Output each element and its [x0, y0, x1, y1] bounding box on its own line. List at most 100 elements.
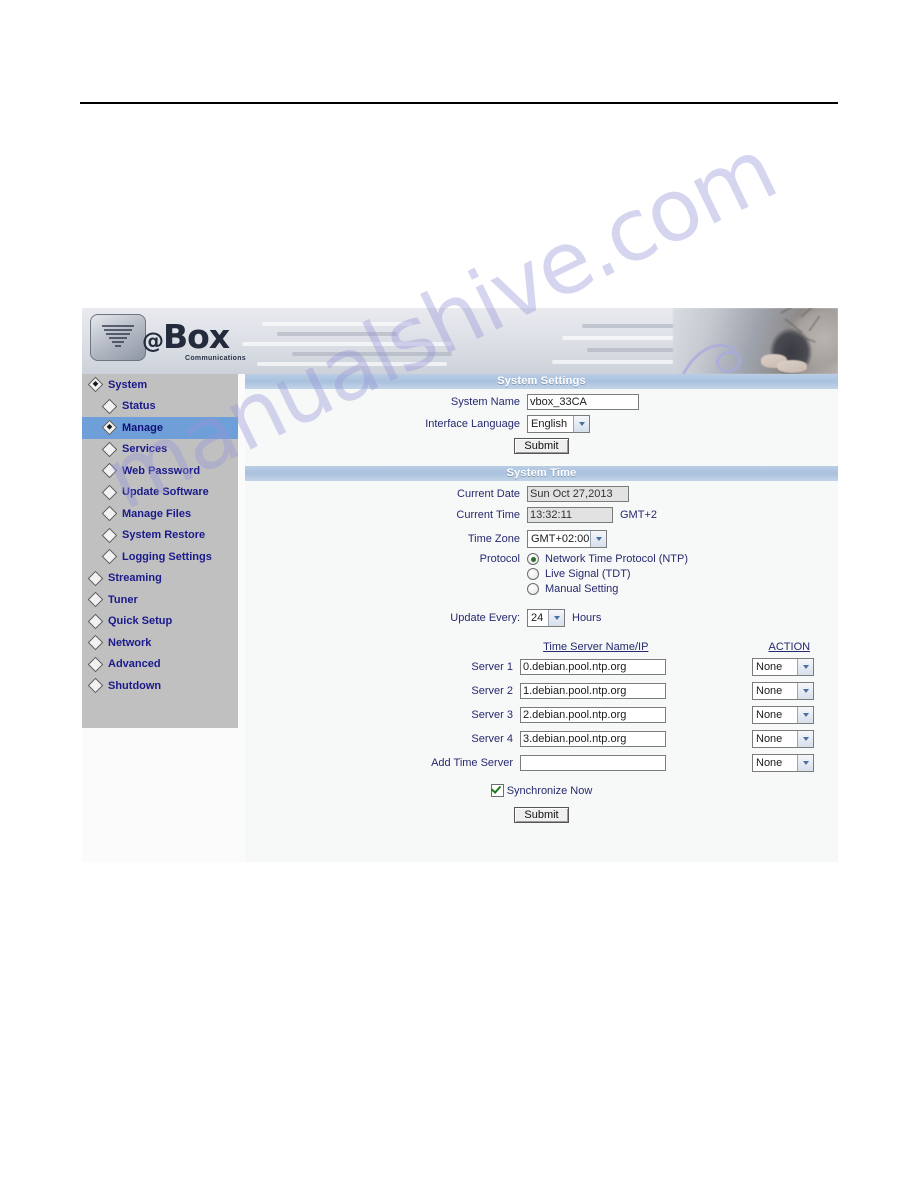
logo-v-glyph-icon	[102, 325, 134, 347]
sidebar-item-services[interactable]: Services	[82, 439, 238, 461]
time-zone-label: Time Zone	[467, 533, 520, 545]
time-server-action-cell: None	[752, 729, 814, 748]
sidebar-item-manage[interactable]: Manage	[82, 417, 238, 439]
protocol-option-label: Network Time Protocol (NTP)	[545, 553, 689, 565]
diamond-bullet-icon	[101, 505, 118, 522]
time-server-label: Server 4	[471, 732, 513, 745]
diamond-bullet-icon	[101, 398, 118, 415]
system-name-row: System Name vbox_33CA	[245, 394, 838, 410]
sidebar-item-quick-setup[interactable]: Quick Setup	[82, 611, 238, 633]
time-server-input[interactable]: 3.debian.pool.ntp.org	[520, 730, 666, 747]
chevron-down-icon	[573, 416, 589, 432]
sidebar-item-advanced[interactable]: Advanced	[82, 654, 238, 676]
time-server-action-cell: None	[752, 657, 814, 676]
protocol-option[interactable]: Manual Setting	[527, 583, 688, 595]
update-every-value: 24	[531, 612, 544, 624]
sidebar-item-label: Network	[108, 636, 152, 649]
sidebar-item-label: Shutdown	[108, 679, 162, 692]
time-server-column-header: Time Server Name/IP	[543, 641, 649, 653]
time-zone-select[interactable]: GMT+02:00	[527, 530, 607, 548]
radio-button-icon[interactable]	[527, 583, 539, 595]
system-name-input[interactable]: vbox_33CA	[527, 394, 639, 410]
protocol-option[interactable]: Live Signal (TDT)	[527, 568, 688, 580]
update-every-select[interactable]: 24	[527, 609, 565, 627]
time-server-field-cell: 1.debian.pool.ntp.org	[520, 682, 690, 699]
banner-photo-remote-in-hand	[673, 308, 838, 374]
sidebar-item-label: Web Password	[122, 464, 201, 477]
protocol-option-label: Live Signal (TDT)	[545, 568, 631, 580]
interface-language-select[interactable]: English	[527, 415, 590, 433]
synchronize-now-checkbox[interactable]	[490, 784, 504, 797]
time-server-action-select[interactable]: None	[752, 658, 814, 676]
sidebar-item-label: Manage Files	[122, 507, 192, 520]
diamond-bullet-icon	[87, 613, 104, 630]
sidebar-item-manage-files[interactable]: Manage Files	[82, 503, 238, 525]
time-server-action-value: None	[756, 733, 783, 745]
content-panel: System Settings System Name vbox_33CA In…	[245, 374, 838, 862]
logo-at-symbol: @	[142, 329, 164, 354]
vbox-logo: @Box Communications	[90, 312, 260, 370]
diamond-bullet-icon	[101, 419, 118, 436]
chevron-down-icon	[797, 707, 813, 723]
radio-button-icon[interactable]	[527, 553, 539, 565]
sidebar-item-label: Logging Settings	[122, 550, 212, 563]
sidebar-item-system[interactable]: System	[82, 374, 238, 396]
chevron-down-icon	[548, 610, 564, 626]
sidebar-item-label: Update Software	[122, 486, 209, 499]
time-server-action-select[interactable]: None	[752, 730, 814, 748]
logo-box-word: Box	[163, 317, 230, 356]
protocol-option[interactable]: Network Time Protocol (NTP)	[527, 553, 688, 565]
time-zone-row: Time Zone GMT+02:00	[245, 530, 838, 548]
time-server-action-select[interactable]: None	[752, 706, 814, 724]
sidebar-item-streaming[interactable]: Streaming	[82, 568, 238, 590]
sidebar-item-network[interactable]: Network	[82, 632, 238, 654]
time-server-row: Server 1 0.debian.pool.ntp.org None	[245, 657, 838, 676]
time-server-rows: Server 1 0.debian.pool.ntp.org None Server …	[245, 657, 838, 772]
time-zone-value: GMT+02:00	[531, 533, 590, 545]
chevron-down-icon	[797, 731, 813, 747]
sidebar-item-shutdown[interactable]: Shutdown	[82, 675, 238, 697]
time-server-input[interactable]: 2.debian.pool.ntp.org	[520, 706, 666, 723]
time-server-table: Time Server Name/IP ACTION Server 1 0.deb…	[245, 641, 838, 772]
sidebar-item-label: Tuner	[108, 593, 138, 606]
app-banner: @Box Communications	[82, 308, 838, 374]
system-time-body: Current Date Sun Oct 27,2013 Current Tim…	[245, 481, 838, 823]
diamond-bullet-icon	[87, 656, 104, 673]
current-time-row: Current Time 13:32:11 GMT+2	[245, 507, 838, 523]
time-server-action-value: None	[756, 661, 783, 673]
synchronize-now-row: Synchronize Now	[245, 784, 838, 797]
sidebar-item-tuner[interactable]: Tuner	[82, 589, 238, 611]
sidebar-item-label: System Restore	[122, 529, 206, 542]
time-server-action-select[interactable]: None	[752, 754, 814, 772]
chevron-down-icon	[797, 659, 813, 675]
radio-button-icon[interactable]	[527, 568, 539, 580]
time-server-field-cell	[520, 754, 690, 771]
current-date-row: Current Date Sun Oct 27,2013	[245, 486, 838, 502]
time-server-label: Add Time Server	[431, 756, 513, 769]
time-server-action-cell: None	[752, 753, 814, 772]
time-server-input[interactable]: 0.debian.pool.ntp.org	[520, 658, 666, 675]
synchronize-now-label: Synchronize Now	[506, 784, 593, 797]
update-every-row: Update Every: 24 Hours	[245, 609, 838, 627]
system-settings-submit-button[interactable]: Submit	[514, 438, 569, 454]
sidebar-item-web-password[interactable]: Web Password	[82, 460, 238, 482]
sidebar-item-status[interactable]: Status	[82, 396, 238, 418]
sidebar-item-label: Status	[122, 400, 156, 413]
time-server-input[interactable]	[520, 754, 666, 771]
vbox-logo-mark-icon	[90, 314, 146, 361]
time-server-action-select[interactable]: None	[752, 682, 814, 700]
sidebar-item-system-restore[interactable]: System Restore	[82, 525, 238, 547]
system-time-submit-button[interactable]: Submit	[514, 807, 569, 823]
time-server-action-value: None	[756, 685, 783, 697]
chevron-down-icon	[590, 531, 606, 547]
sidebar-item-update-software[interactable]: Update Software	[82, 482, 238, 504]
time-server-row: Server 3 2.debian.pool.ntp.org None	[245, 705, 838, 724]
time-server-row: Server 2 1.debian.pool.ntp.org None	[245, 681, 838, 700]
time-server-action-cell: None	[752, 681, 814, 700]
time-server-input[interactable]: 1.debian.pool.ntp.org	[520, 682, 666, 699]
current-time-label: Current Time	[456, 509, 520, 521]
diamond-bullet-icon	[87, 376, 104, 393]
sidebar-item-logging-settings[interactable]: Logging Settings	[82, 546, 238, 568]
system-name-label: System Name	[450, 396, 520, 408]
page-horizontal-rule	[80, 102, 838, 104]
